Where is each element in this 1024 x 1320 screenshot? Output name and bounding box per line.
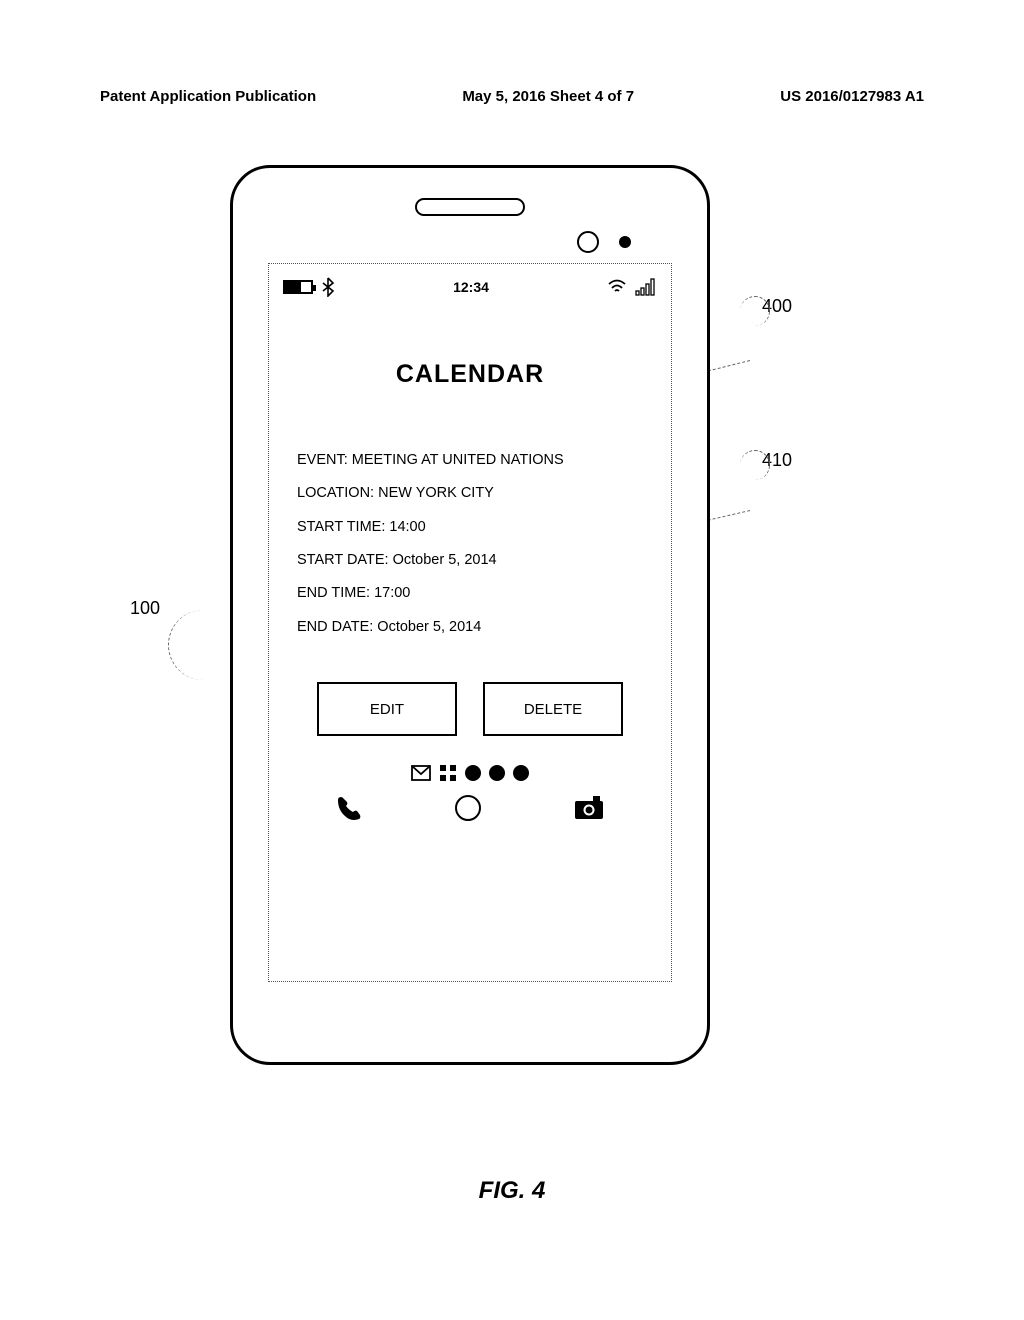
header-left: Patent Application Publication <box>100 88 316 105</box>
nav-row <box>269 794 671 832</box>
sensor-circle <box>577 231 599 253</box>
pager-row <box>269 764 671 782</box>
figure-caption: FIG. 4 <box>0 1177 1024 1205</box>
status-left <box>283 277 335 297</box>
bluetooth-icon <box>321 277 335 297</box>
event-line: EVENT: MEETING AT UNITED NATIONS <box>297 444 643 477</box>
edit-button[interactable]: EDIT <box>317 682 457 736</box>
status-right <box>607 278 657 296</box>
sensor-dot <box>619 236 631 248</box>
pager-dot[interactable] <box>489 765 505 781</box>
delete-button[interactable]: DELETE <box>483 682 623 736</box>
mail-icon[interactable] <box>411 765 431 781</box>
start-date-line: START DATE: October 5, 2014 <box>297 544 643 577</box>
pager-dot[interactable] <box>513 765 529 781</box>
signal-icon <box>635 278 657 296</box>
wifi-icon <box>607 279 627 295</box>
event-details: EVENT: MEETING AT UNITED NATIONS LOCATIO… <box>297 444 643 644</box>
phone-screen: 12:34 CALENDAR EVENT: MEETING AT UNITED … <box>268 263 672 982</box>
lead-line-100 <box>168 610 238 680</box>
phone-device: 12:34 CALENDAR EVENT: MEETING AT UNITED … <box>230 165 710 1065</box>
lead-hook-410 <box>740 450 770 480</box>
start-time-line: START TIME: 14:00 <box>297 511 643 544</box>
speaker-slot <box>415 198 525 216</box>
lead-hook-400 <box>740 296 770 326</box>
camera-icon[interactable] <box>573 795 605 821</box>
phone-icon[interactable] <box>335 794 363 822</box>
battery-icon <box>283 280 313 294</box>
pager-dot[interactable] <box>465 765 481 781</box>
header-right: US 2016/0127983 A1 <box>780 88 924 105</box>
app-title: CALENDAR <box>269 360 671 389</box>
home-button[interactable] <box>455 795 481 821</box>
callout-100: 100 <box>130 598 160 619</box>
status-bar: 12:34 <box>269 264 671 310</box>
header-center: May 5, 2016 Sheet 4 of 7 <box>462 88 634 105</box>
button-row: EDIT DELETE <box>269 682 671 736</box>
page-header: Patent Application Publication May 5, 20… <box>100 88 924 105</box>
end-date-line: END DATE: October 5, 2014 <box>297 611 643 644</box>
end-time-line: END TIME: 17:00 <box>297 577 643 610</box>
clock-time: 12:34 <box>453 279 489 295</box>
apps-grid-icon[interactable] <box>439 764 457 782</box>
location-line: LOCATION: NEW YORK CITY <box>297 477 643 510</box>
